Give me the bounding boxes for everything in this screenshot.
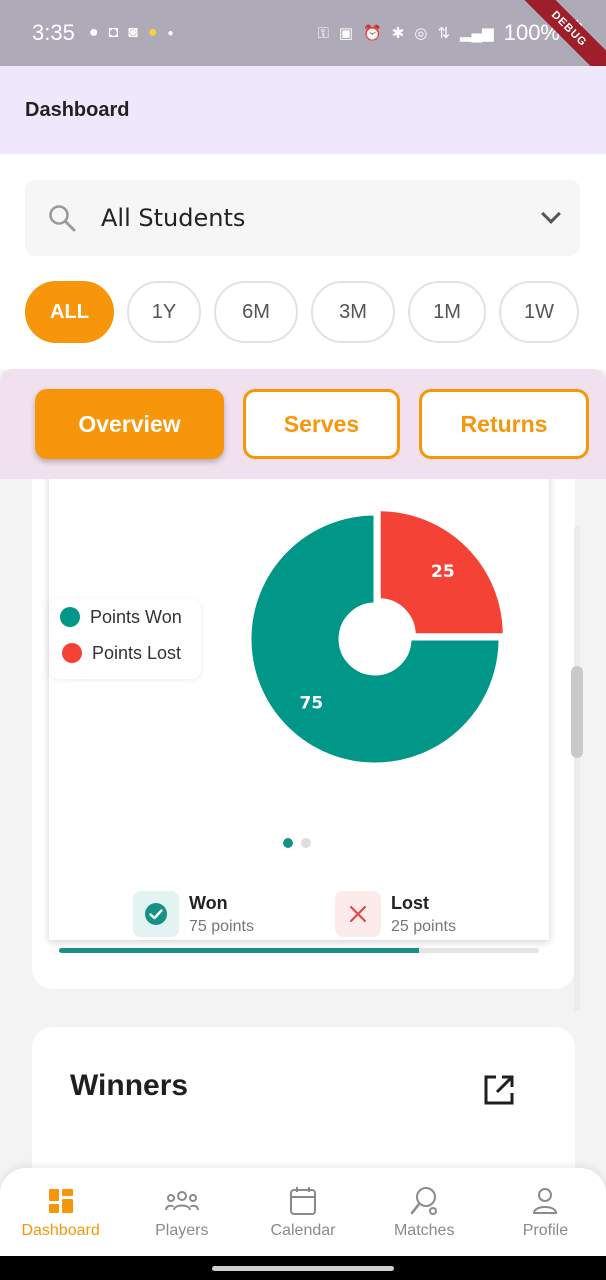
lost-stat-text: Lost 25 points <box>391 891 456 936</box>
app-bar: Dashboard <box>0 66 606 154</box>
points-donut-chart[interactable]: 25 75 <box>245 509 505 769</box>
carousel-dot-2[interactable] <box>301 838 311 848</box>
chevron-down-icon <box>541 204 561 224</box>
slice-label-points-lost: 25 <box>431 562 455 582</box>
range-chip-1m[interactable]: 1M <box>408 281 486 343</box>
legend-item-lost: Points Lost <box>49 635 201 671</box>
dashboard-scroll-area[interactable]: Points Won Points Lost 25 75 Won 75 poin… <box>0 479 606 1169</box>
time-range-chips: ALL 1Y 6M 3M 1M 1W <box>25 281 579 343</box>
gesture-handle[interactable] <box>212 1266 394 1271</box>
profile-icon <box>532 1186 558 1216</box>
carousel-dot-1[interactable] <box>283 838 293 848</box>
won-progress-bar <box>59 948 539 953</box>
student-select-value: All Students <box>101 204 246 232</box>
matches-icon <box>409 1186 439 1216</box>
tab-overview[interactable]: Overview <box>35 389 224 459</box>
message-icon: ● <box>88 24 99 41</box>
won-stat-icon-box <box>133 891 179 937</box>
chart-legend: Points Won Points Lost <box>49 599 201 679</box>
open-in-new-icon[interactable] <box>482 1073 516 1107</box>
slice-label-points-won: 75 <box>300 694 324 714</box>
won-stat-title: Won <box>189 893 228 913</box>
legend-dot-lost <box>62 643 82 663</box>
tab-serves[interactable]: Serves <box>243 389 400 459</box>
more-notifications-icon: ● <box>167 27 174 39</box>
scrollbar-thumb[interactable] <box>571 666 583 758</box>
nav-label-profile: Profile <box>522 1222 569 1239</box>
nav-label-matches: Matches <box>393 1222 455 1239</box>
players-icon <box>164 1186 199 1216</box>
tab-returns[interactable]: Returns <box>419 389 589 459</box>
system-gesture-area <box>0 1256 606 1280</box>
nav-label-players: Players <box>155 1222 209 1239</box>
range-chip-1y[interactable]: 1Y <box>127 281 201 343</box>
range-chip-1w[interactable]: 1W <box>499 281 579 343</box>
nav-label-dashboard: Dashboard <box>21 1222 100 1239</box>
student-select-dropdown[interactable]: All Students <box>25 180 580 256</box>
won-progress-fill <box>59 948 419 953</box>
status-time: 3:35 <box>32 20 75 45</box>
signal-icon: ▂▄▆ <box>460 25 494 42</box>
lost-stat-points: 25 points <box>391 918 456 935</box>
points-card: Points Won Points Lost 25 75 Won 75 poin… <box>32 479 575 989</box>
bottom-navigation: Dashboard Players Calendar Matches Profi… <box>0 1168 606 1256</box>
section-tabs: Overview Serves Returns <box>0 369 606 479</box>
check-circle-icon <box>145 903 167 925</box>
won-stat-points: 75 points <box>189 918 254 935</box>
won-stat: Won 75 points <box>133 891 254 937</box>
legend-label-lost: Points Lost <box>92 642 182 663</box>
lost-stat: Lost 25 points <box>335 891 456 937</box>
legend-label-won: Points Won <box>90 606 182 627</box>
app-notification-icon-2: ◙ <box>128 24 138 41</box>
alarm-icon: ⏰ <box>363 25 382 42</box>
hotspot-icon: ◎ <box>414 25 428 42</box>
nav-item-profile[interactable]: Profile <box>485 1168 606 1256</box>
scrollbar[interactable] <box>571 526 583 1011</box>
range-chip-all[interactable]: ALL <box>25 281 114 343</box>
filter-area: All Students ALL 1Y 6M 3M 1M 1W <box>0 154 606 370</box>
points-chart-card: Points Won Points Lost 25 75 Won 75 poin… <box>49 479 549 953</box>
legend-item-won: Points Won <box>49 599 201 635</box>
lost-stat-title: Lost <box>391 893 429 913</box>
winners-card: Winners <box>32 1027 575 1169</box>
data-icon: ⇅ <box>437 25 451 42</box>
range-chip-6m[interactable]: 6M <box>214 281 298 343</box>
nav-item-players[interactable]: Players <box>121 1168 242 1256</box>
nav-item-dashboard[interactable]: Dashboard <box>0 1168 121 1256</box>
lock-notification-icon: ● <box>147 24 158 41</box>
search-icon <box>49 205 76 232</box>
app-notification-icon: ◘ <box>108 24 119 41</box>
nav-item-matches[interactable]: Matches <box>364 1168 485 1256</box>
bluetooth-icon: ✱ <box>391 25 405 42</box>
carousel-dots <box>283 838 311 848</box>
won-stat-text: Won 75 points <box>189 891 254 936</box>
key-icon: ⚿ <box>317 24 329 42</box>
winners-title: Winners <box>70 1069 189 1102</box>
nav-label-calendar: Calendar <box>270 1222 336 1239</box>
calendar-icon <box>289 1186 317 1216</box>
close-icon <box>349 905 367 923</box>
legend-dot-won <box>60 607 80 627</box>
notification-icons: ● ◘ ◙ ● ● <box>89 24 174 42</box>
range-chip-3m[interactable]: 3M <box>311 281 395 343</box>
nav-item-calendar[interactable]: Calendar <box>242 1168 363 1256</box>
dashboard-icon <box>48 1186 74 1216</box>
status-bar: 3:35 ● ◘ ◙ ● ● ⚿ ▣ ⏰ ✱ ◎ ⇅ ▂▄▆ 100% DEBU… <box>0 0 606 90</box>
lost-stat-icon-box <box>335 891 381 937</box>
page-title: Dashboard <box>25 98 130 121</box>
nfc-icon: ▣ <box>338 25 354 42</box>
